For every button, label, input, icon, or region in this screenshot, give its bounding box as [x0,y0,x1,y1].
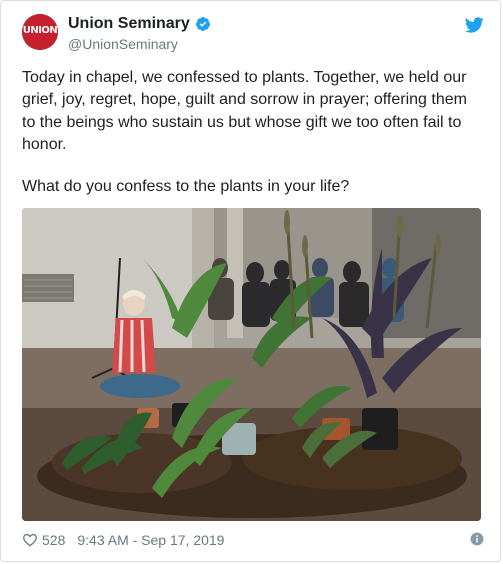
info-icon[interactable] [470,532,484,546]
author-names: Union Seminary @UnionSeminary [68,13,211,53]
chapel-plants-photo [22,208,481,521]
tweet-paragraph: What do you confess to the plants in you… [22,178,350,196]
avatar[interactable]: UNION [22,14,58,50]
tweet-header: UNION Union Seminary @UnionSeminary [22,13,484,55]
tweet-paragraph: Today in chapel, we confessed to plants.… [22,69,467,153]
tweet-footer: 528 9:43 AM - Sep 17, 2019 [22,529,484,551]
heart-icon[interactable] [22,532,38,548]
timestamp[interactable]: 9:43 AM - Sep 17, 2019 [77,532,224,548]
display-name[interactable]: Union Seminary [68,13,190,35]
verified-badge-icon [195,17,210,31]
tweet-card: UNION Union Seminary @UnionSeminary Toda… [0,0,501,562]
tweet-text: Today in chapel, we confessed to plants.… [22,67,484,198]
handle[interactable]: @UnionSeminary [68,35,211,53]
tweet-photo[interactable] [22,208,481,521]
like-count[interactable]: 528 [42,532,65,548]
avatar-logo-text: UNION [22,25,58,36]
twitter-bird-icon[interactable] [464,15,484,35]
